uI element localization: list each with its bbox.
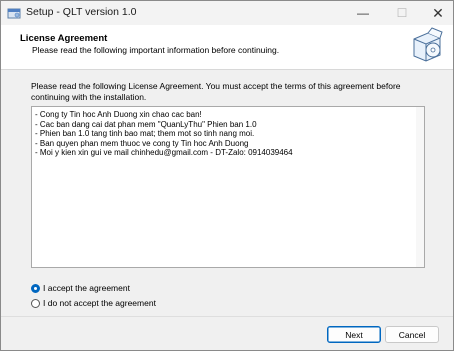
wizard-header: License Agreement Please read the follow… xyxy=(1,25,453,70)
cancel-button[interactable]: Cancel xyxy=(385,326,439,343)
maximize-button[interactable]: ☐ xyxy=(385,1,419,25)
decline-radio-button[interactable] xyxy=(31,298,40,308)
accept-agreement-option[interactable]: I accept the agreement xyxy=(31,282,130,294)
license-line: - Moi y kien xin gui ve mail chinhedu@gm… xyxy=(35,148,293,158)
page-subtitle: Please read the following important info… xyxy=(32,45,280,55)
setup-box-disc-icon xyxy=(413,27,443,62)
license-scrollbar[interactable] xyxy=(416,107,424,267)
license-text-area[interactable]: - Cong ty Tin hoc Anh Duong xin chao cac… xyxy=(31,106,425,268)
license-line: - Cong ty Tin hoc Anh Duong xin chao cac… xyxy=(35,110,202,119)
license-line: - Cac ban dang cai dat phan mem "QuanLyT… xyxy=(35,119,257,129)
footer-divider xyxy=(1,316,453,317)
setup-app-icon xyxy=(7,8,21,19)
close-icon: ✕ xyxy=(432,4,444,21)
license-line: - Ban quyen phan mem thuoc ve cong ty Ti… xyxy=(35,138,249,148)
maximize-icon: ☐ xyxy=(396,6,408,20)
close-button[interactable]: ✕ xyxy=(421,1,453,25)
accept-radio-button[interactable] xyxy=(31,283,40,293)
accept-radio-label: I accept the agreement xyxy=(43,283,130,293)
setup-window: Setup - QLT version 1.0 — ☐ ✕ License Ag… xyxy=(0,0,454,351)
title-bar[interactable]: Setup - QLT version 1.0 — ☐ ✕ xyxy=(1,1,453,25)
license-line: - Phien ban 1.0 tang tinh bao mat; them … xyxy=(35,129,255,139)
decline-agreement-option[interactable]: I do not accept the agreement xyxy=(31,297,156,309)
page-title: License Agreement xyxy=(20,33,108,44)
next-button[interactable]: Next xyxy=(327,326,381,343)
window-title: Setup - QLT version 1.0 xyxy=(26,6,137,18)
decline-radio-label: I do not accept the agreement xyxy=(43,298,156,308)
minimize-button[interactable]: — xyxy=(346,1,380,25)
license-intro-text: Please read the following License Agreem… xyxy=(31,81,401,102)
minimize-icon: — xyxy=(357,6,369,20)
